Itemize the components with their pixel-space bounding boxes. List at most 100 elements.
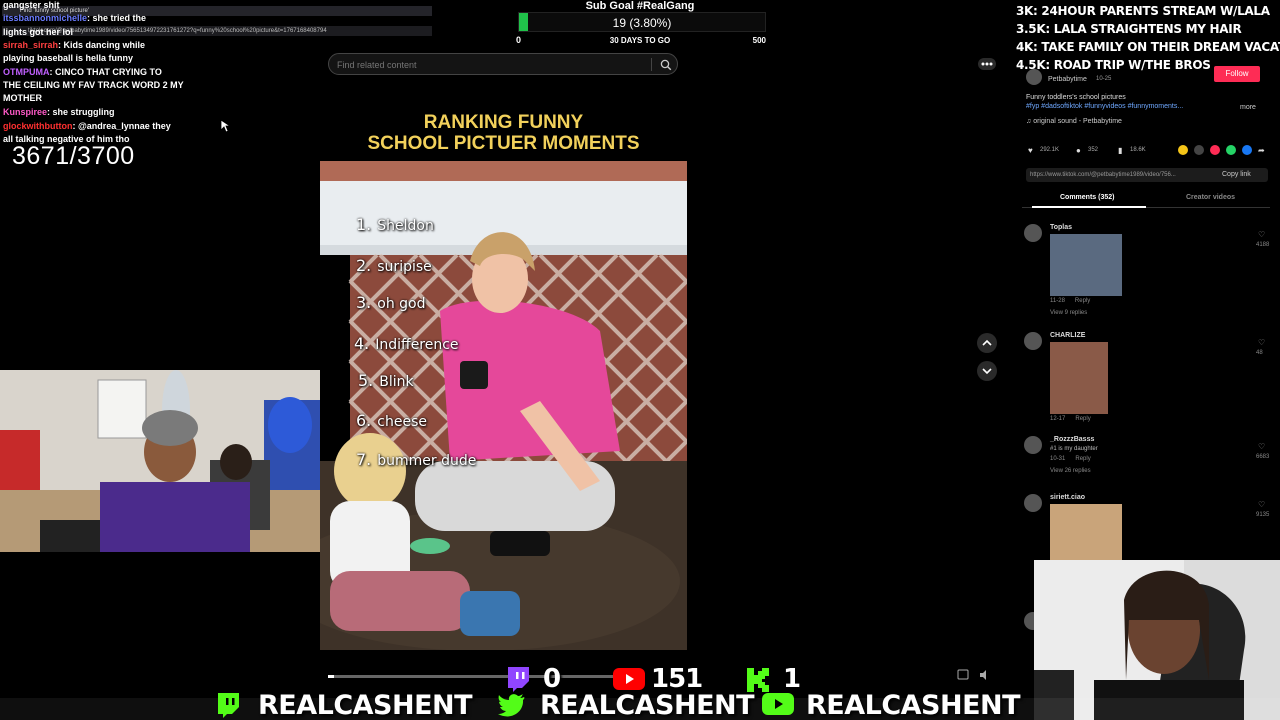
repost-icon[interactable] [1210, 145, 1220, 155]
reply-link[interactable]: Reply [1075, 456, 1090, 462]
comment-like-icon[interactable]: ♡ [1258, 500, 1265, 509]
chevron-up-icon [982, 339, 992, 346]
ranking-item: 7. bummer dude [356, 450, 476, 469]
player-controls [956, 668, 996, 687]
commenter-name[interactable]: CHARLIZE [1050, 332, 1085, 339]
video-title-line2: SCHOOL PICTUER MOMENTS [367, 133, 640, 154]
chat-username[interactable]: glockwithbutton [3, 121, 73, 131]
ranking-number: 6. [356, 411, 372, 430]
comment-meta: 12-17 Reply [1050, 416, 1091, 422]
related-search-box[interactable] [328, 53, 678, 75]
chat-text: : she struggling [47, 107, 115, 117]
chat-message: lights got her lol [3, 26, 218, 40]
commenter-name[interactable]: Toplas [1050, 224, 1072, 231]
chevron-down-icon [982, 368, 992, 375]
commenter-avatar[interactable] [1024, 332, 1042, 350]
sub-goal-max: 500 [752, 36, 766, 45]
ranking-item: 1. Sheldon [356, 215, 434, 234]
more-options-icon[interactable] [978, 57, 996, 75]
search-icon[interactable] [660, 58, 672, 76]
chat-username[interactable]: sirrah_sirrah [3, 40, 58, 50]
comment-image[interactable] [1050, 342, 1108, 414]
chat-text: lights got her lol [3, 27, 73, 37]
sound-label[interactable]: ♫ original sound - Petbabytime [1026, 118, 1122, 125]
chat-text: : CINCO THAT CRYING TO [49, 67, 162, 77]
share-arrow-icon[interactable]: ➦ [1258, 146, 1265, 155]
commenter-avatar[interactable] [1024, 436, 1042, 454]
reply-link[interactable]: Reply [1075, 416, 1090, 422]
sub-goal-title: Sub Goal #RealGang [585, 0, 695, 12]
tab-underline [1032, 206, 1146, 208]
ranking-label: oh god [377, 296, 426, 312]
tab-comments[interactable]: Comments (352) [1060, 194, 1114, 201]
chat-text: THE CEILING MY FAV TRACK WORD 2 MY [3, 80, 184, 90]
view-replies-link[interactable]: View 26 replies [1050, 468, 1091, 474]
comment-like-icon[interactable]: ♡ [1258, 338, 1265, 347]
more-link[interactable]: more [1240, 104, 1256, 111]
webcam-left [0, 370, 322, 552]
stream-chat: Find 'funny school picture' tiktok.com/@… [0, 0, 432, 168]
like-count: 292.1K [1040, 147, 1060, 153]
comment-like-icon[interactable]: ♡ [1258, 442, 1265, 451]
ranking-number: 1. [356, 215, 372, 234]
chat-message: sirrah_sirrah: Kids dancing while [3, 39, 218, 53]
save-count: 18.6K [1130, 147, 1146, 153]
follow-button[interactable]: Follow [1214, 66, 1260, 82]
author-avatar[interactable] [1026, 69, 1042, 85]
chat-username[interactable]: Kunspiree [3, 107, 47, 117]
kick-icon [747, 668, 769, 692]
chat-message: MOTHER [3, 92, 218, 106]
video-title: RANKING FUNNY SCHOOL PICTUER MOMENTS [320, 112, 687, 154]
ranking-item: 2. suripise [356, 256, 432, 275]
share-coin-icon[interactable] [1178, 145, 1188, 155]
tab-creator-videos[interactable]: Creator videos [1186, 194, 1235, 201]
twitch-icon [508, 667, 529, 692]
related-search-input[interactable] [337, 57, 637, 72]
ranking-label: bummer dude [377, 453, 477, 469]
comment-like-count: 6683 [1256, 454, 1270, 460]
volume-icon [980, 670, 986, 680]
view-replies-link[interactable]: View 9 replies [1050, 310, 1087, 316]
copy-link-button[interactable]: Copy link [1222, 171, 1251, 178]
chat-message: itssbannonmichelle: she tried the [3, 12, 218, 26]
video-title-line1: RANKING FUNNY [423, 112, 584, 133]
commenter-avatar[interactable] [1024, 494, 1042, 512]
author-name[interactable]: Petbabytime [1048, 76, 1087, 83]
comment-like-icon[interactable]: ♡ [1258, 230, 1265, 239]
facebook-icon[interactable] [1242, 145, 1252, 155]
ranking-number: 2. [356, 256, 372, 275]
next-video-button[interactable] [977, 361, 997, 381]
previous-video-button[interactable] [977, 333, 997, 353]
video-progress-bar[interactable] [328, 675, 628, 678]
comment-image[interactable] [1050, 234, 1122, 296]
ranking-label: Indifference [375, 337, 459, 353]
ranking-number: 3. [356, 293, 372, 312]
comment-like-count: 4188 [1256, 242, 1270, 248]
commenter-name[interactable]: _RozzzBasss [1050, 436, 1094, 443]
embed-icon[interactable] [1194, 145, 1204, 155]
whatsapp-icon[interactable] [1226, 145, 1236, 155]
chat-username[interactable]: itssbannonmichelle [3, 13, 87, 23]
ranking-item: 6. cheese [356, 411, 427, 430]
comment-like-count: 9135 [1256, 512, 1270, 518]
milestone-item: 3K: 24HOUR PARENTS STREAM W/LALA [1016, 4, 1270, 18]
commenter-avatar[interactable] [1024, 224, 1042, 242]
sub-goal-widget: Sub Goal #RealGang 19 (3.80%) 0 30 DAYS … [514, 0, 766, 46]
heart-icon[interactable]: ♥ [1028, 146, 1033, 155]
comment-icon[interactable]: ● [1076, 146, 1081, 155]
description-tags[interactable]: #fyp #dadsoftiktok #funnyvideos #funnymo… [1026, 103, 1183, 110]
twitch-handle-icon [218, 693, 239, 718]
ranking-label: Sheldon [377, 218, 434, 234]
ranking-number: 7. [356, 450, 372, 469]
bookmark-icon[interactable]: ▮ [1118, 146, 1122, 155]
ranking-number: 5. [358, 371, 374, 390]
chat-text: : @andrea_lynnae they [72, 121, 171, 131]
tiktok-video-player[interactable]: RANKING FUNNY SCHOOL PICTUER MOMENTS 1. … [320, 90, 687, 650]
comment-like-count: 48 [1256, 350, 1263, 356]
ranking-item: 3. oh god [356, 293, 426, 312]
video-description: Funny toddlers's school pictures #fyp #d… [1026, 93, 1206, 111]
commenter-name[interactable]: siriett.ciao [1050, 494, 1085, 501]
chat-username[interactable]: OTMPUMA [3, 67, 50, 77]
twitter-icon [498, 694, 525, 717]
reply-link[interactable]: Reply [1075, 298, 1090, 304]
